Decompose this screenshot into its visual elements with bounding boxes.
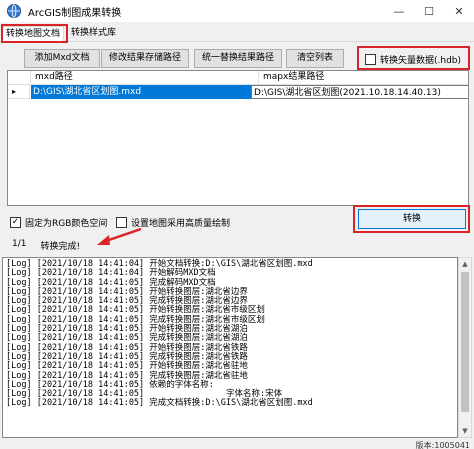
- high-quality-label: 设置地图采用高质量绘制: [131, 219, 231, 229]
- scroll-down-arrow-icon[interactable]: ▼: [459, 425, 471, 437]
- tab-convert-map-document[interactable]: 转换地图文档: [2, 26, 65, 43]
- window-title: ArcGIS制图成果转换: [28, 7, 122, 19]
- cell-mxd-path[interactable]: D:\GIS\湖北省区划图.mxd: [31, 85, 259, 99]
- grid-corner: [8, 71, 31, 85]
- convert-vector-hdb-checkbox[interactable]: [365, 54, 376, 65]
- close-button[interactable]: ✕: [444, 0, 474, 22]
- row-indicator[interactable]: ▸: [8, 85, 30, 99]
- tab-convert-style-library[interactable]: 转换样式库: [68, 26, 119, 42]
- convert-button[interactable]: 转换: [358, 209, 466, 229]
- minimize-button[interactable]: —: [384, 0, 414, 22]
- tab-strip: 转换地图文档 转换样式库: [0, 24, 474, 43]
- fixed-rgb-label: 固定为RGB颜色空间: [25, 219, 108, 229]
- fixed-rgb-option[interactable]: ✓ 固定为RGB颜色空间: [10, 216, 107, 229]
- modify-save-path-button[interactable]: 修改结果存储路径: [101, 49, 189, 68]
- progress-count: 1/1: [12, 239, 27, 249]
- scrollbar-thumb[interactable]: [461, 272, 469, 412]
- version-label: 版本:1005041: [415, 441, 470, 449]
- title-bar: ArcGIS制图成果转换 — ☐ ✕: [0, 0, 474, 22]
- fixed-rgb-checkbox[interactable]: ✓: [10, 217, 21, 228]
- column-header-mxd-path[interactable]: mxd路径: [31, 71, 259, 85]
- document-grid[interactable]: mxd路径 mapx结果路径 ▸ D:\GIS\湖北省区划图.mxd D:\GI…: [7, 70, 469, 206]
- convert-vector-hdb-option[interactable]: 转换矢量数据(.hdb): [365, 53, 461, 66]
- unify-replace-path-button[interactable]: 统一替换结果路径: [194, 49, 282, 68]
- high-quality-checkbox[interactable]: [116, 217, 127, 228]
- log-output[interactable]: [Log] [2021/10/18 14:41:04] 开始文档转换:D:\GI…: [2, 257, 458, 438]
- pointer-arrow-status: [97, 227, 142, 245]
- maximize-button[interactable]: ☐: [414, 0, 444, 22]
- log-scrollbar[interactable]: ▲ ▼: [458, 257, 472, 438]
- column-header-mapx-path[interactable]: mapx结果路径: [259, 71, 468, 85]
- status-bar: 1/1 转换完成!: [12, 239, 80, 252]
- status-message: 转换完成!: [40, 242, 81, 252]
- log-line: [Log] [2021/10/18 14:41:05] 完成文档转换:D:\GI…: [6, 398, 313, 409]
- convert-vector-hdb-label: 转换矢量数据(.hdb): [380, 56, 462, 66]
- app-globe-icon: [7, 4, 21, 18]
- scroll-up-arrow-icon[interactable]: ▲: [459, 258, 471, 270]
- clear-list-button[interactable]: 清空列表: [286, 49, 344, 68]
- cell-mapx-path[interactable]: D:\GIS\湖北省区划图(2021.10.18.14.40.13): [251, 85, 468, 99]
- grid-header: mxd路径 mapx结果路径: [8, 71, 468, 85]
- add-mxd-button[interactable]: 添加Mxd文档: [24, 49, 100, 68]
- high-quality-option[interactable]: 设置地图采用高质量绘制: [116, 216, 230, 229]
